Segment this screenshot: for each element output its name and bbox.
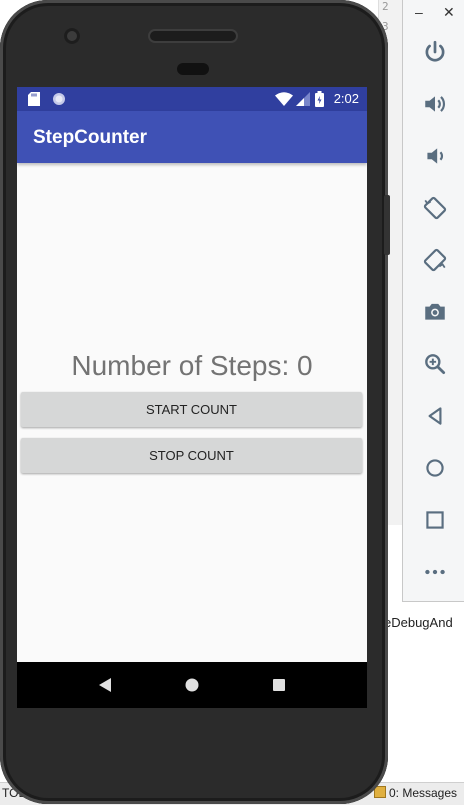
rotate-right-button[interactable]: [420, 245, 450, 275]
volume-up-button[interactable]: [420, 89, 450, 119]
overview-icon: [426, 511, 444, 529]
screenshot-button[interactable]: [420, 297, 450, 327]
earpiece-speaker: [150, 31, 236, 41]
messages-label: 0: Messages: [389, 786, 458, 800]
emulator-toolbar: – ✕: [402, 0, 464, 602]
close-button[interactable]: ✕: [443, 4, 455, 21]
back-icon: [428, 407, 442, 425]
start-count-button[interactable]: START COUNT: [21, 392, 362, 427]
front-camera: [64, 28, 80, 44]
rotate-left-icon: [423, 196, 447, 220]
volume-rocker: [384, 195, 390, 255]
nav-home-button[interactable]: [183, 676, 201, 694]
home-button[interactable]: [420, 453, 450, 483]
app-title: StepCounter: [33, 127, 147, 148]
overview-icon: [273, 679, 285, 691]
line-number: 2: [382, 0, 389, 13]
overview-button[interactable]: [420, 505, 450, 535]
build-variant-text: eDebugAnd: [384, 615, 453, 630]
sd-card-icon: [28, 92, 40, 106]
power-button[interactable]: [420, 37, 450, 67]
nav-overview-button[interactable]: [270, 676, 288, 694]
camera-icon: [425, 303, 445, 320]
minimize-button[interactable]: –: [415, 4, 423, 20]
home-icon: [426, 459, 444, 477]
battery-icon: [315, 91, 324, 107]
home-icon: [185, 678, 199, 692]
power-icon: [425, 40, 445, 62]
volume-up-icon: [425, 96, 445, 112]
nav-back-button[interactable]: [96, 676, 114, 694]
wifi-icon: [275, 92, 293, 106]
device-frame: 2:02 StepCounter Number of Steps: 0 STAR…: [0, 0, 390, 804]
signal-icon: [296, 92, 310, 106]
more-button[interactable]: [420, 557, 450, 587]
zoom-button[interactable]: [420, 349, 450, 379]
zoom-icon: [425, 354, 446, 375]
back-icon: [99, 678, 111, 692]
navigation-bar: [17, 662, 367, 708]
stop-count-button[interactable]: STOP COUNT: [21, 438, 362, 473]
main-content: Number of Steps: 0 START COUNT STOP COUN…: [17, 163, 367, 662]
rotate-right-icon: [423, 248, 447, 272]
device-screen: 2:02 StepCounter Number of Steps: 0 STAR…: [17, 87, 367, 708]
steps-count-text: Number of Steps: 0: [71, 350, 313, 381]
app-bar: StepCounter: [17, 111, 367, 163]
messages-tab[interactable]: 0: Messages: [374, 786, 457, 800]
more-icon: [425, 569, 445, 575]
rotate-left-button[interactable]: [420, 193, 450, 223]
back-button[interactable]: [420, 401, 450, 431]
volume-down-button[interactable]: [420, 141, 450, 171]
status-time: 2:02: [333, 91, 359, 106]
volume-down-icon: [427, 148, 443, 164]
proximity-sensor: [177, 63, 209, 75]
status-bar: 2:02: [17, 87, 367, 111]
notification-dot-icon: [53, 93, 65, 105]
